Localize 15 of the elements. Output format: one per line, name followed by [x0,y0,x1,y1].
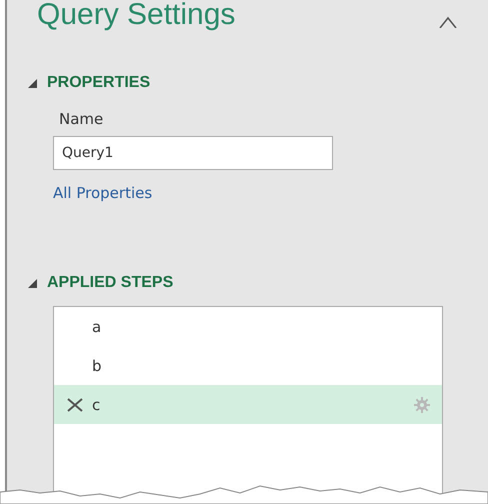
name-label: Name [59,110,104,128]
step-label: b [92,356,103,374]
step-label: c [92,396,102,414]
name-field[interactable]: Query1 [53,136,333,170]
step-label: a [92,318,102,336]
step-item[interactable]: a [54,307,442,346]
panel-title: Query Settings [37,0,236,30]
section-heading: PROPERTIES [47,74,150,92]
delete-icon[interactable] [66,398,84,412]
collapse-triangle-icon[interactable] [28,278,37,288]
step-item[interactable]: b [54,346,442,385]
section-heading: APPLIED STEPS [47,274,174,292]
all-properties-link[interactable]: All Properties [53,184,152,202]
collapse-triangle-icon[interactable] [28,78,37,88]
step-item[interactable]: c [54,385,442,424]
